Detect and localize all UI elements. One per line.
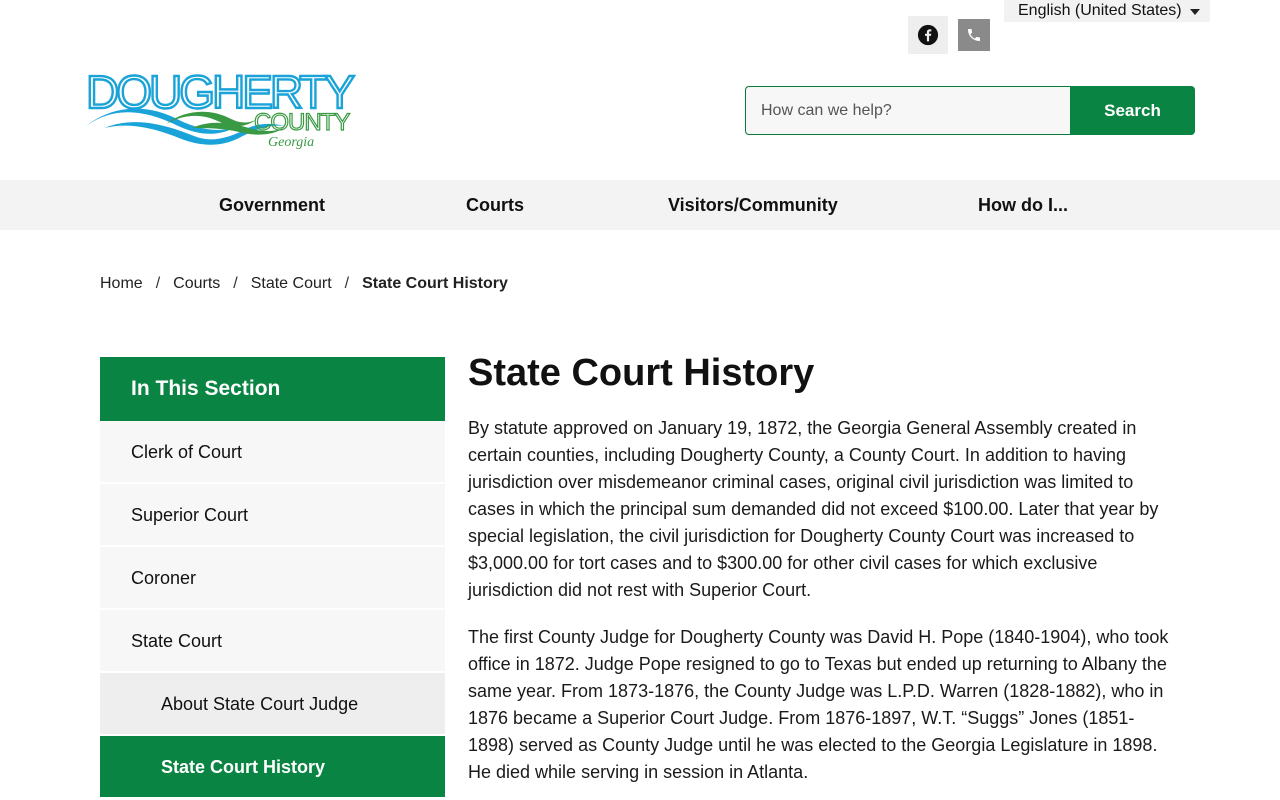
content-paragraph-1: By statute approved on January 19, 1872,… — [468, 418, 1159, 600]
logo-line3: Georgia — [268, 135, 314, 150]
breadcrumb-state-court[interactable]: State Court — [251, 275, 332, 293]
section-sidebar: In This Section Clerk of Court Superior … — [100, 357, 445, 799]
sidebar-item-superior-court[interactable]: Superior Court — [100, 484, 445, 547]
chevron-down-icon — [1189, 9, 1200, 15]
logo-graphic: DOUGHERTY COUNTY Georgia — [85, 65, 359, 150]
facebook-button[interactable] — [908, 16, 948, 54]
nav-item-courts[interactable]: Courts — [466, 180, 524, 230]
breadcrumb-separator: / — [344, 275, 350, 292]
page-title: State Court History — [468, 352, 815, 394]
sidebar-item-clerk-of-court[interactable]: Clerk of Court — [100, 421, 445, 484]
breadcrumb-separator: / — [233, 275, 238, 292]
county-logo[interactable]: DOUGHERTY COUNTY Georgia — [84, 65, 359, 152]
nav-item-visitors-community[interactable]: Visitors/Community — [668, 180, 838, 230]
content-paragraph-2: The first County Judge for Dougherty Cou… — [468, 627, 1169, 782]
search-button[interactable]: Search — [1070, 86, 1195, 135]
sidebar-item-coroner[interactable]: Coroner — [100, 547, 445, 610]
breadcrumb-home[interactable]: Home — [100, 275, 143, 293]
phone-icon — [968, 29, 980, 41]
breadcrumb: Home / Courts / State Court / State Cour… — [100, 275, 508, 293]
breadcrumb-separator: / — [155, 275, 161, 292]
sidebar-item-about-state-court-judge[interactable]: About State Court Judge — [100, 673, 445, 736]
breadcrumb-courts[interactable]: Courts — [173, 275, 220, 293]
breadcrumb-current: State Court History — [362, 275, 508, 292]
facebook-icon — [917, 24, 939, 46]
main-nav: Government Courts Visitors/Community How… — [0, 180, 1280, 230]
sidebar-item-state-court[interactable]: State Court — [100, 610, 445, 673]
search-input[interactable] — [745, 86, 1070, 135]
logo-line2: COUNTY — [254, 109, 350, 136]
main-content: State Court History By statute approved … — [468, 350, 1180, 786]
nav-item-how-do-i[interactable]: How do I... — [978, 180, 1068, 230]
site-search: Search — [745, 86, 1195, 135]
phone-button[interactable] — [958, 19, 990, 51]
language-selector[interactable]: English (United States) — [1004, 0, 1210, 22]
social-links — [908, 16, 990, 54]
language-label: English (United States) — [1018, 2, 1182, 19]
sidebar-item-state-court-history[interactable]: State Court History — [100, 736, 445, 799]
nav-item-government[interactable]: Government — [219, 180, 325, 230]
sidebar-heading: In This Section — [100, 357, 445, 421]
